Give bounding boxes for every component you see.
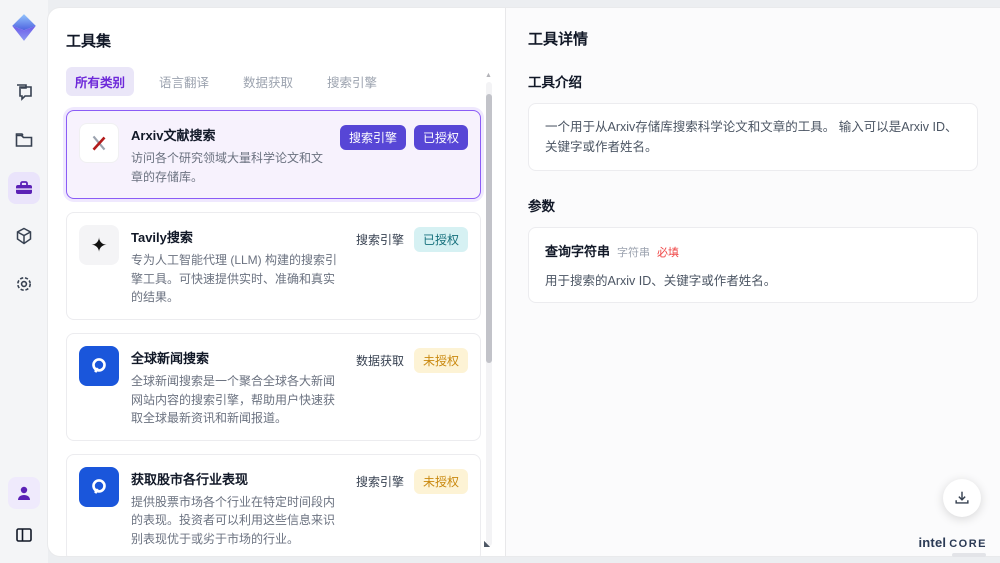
brand-sub-mark: [952, 553, 986, 557]
scrollbar-thumb[interactable]: [486, 94, 492, 364]
scrollbar[interactable]: ▲ ◣: [484, 72, 492, 548]
toolset-panel: 工具集 所有类别 语言翻译 数据获取 搜索引擎 Arxiv文献搜索 访问各个研究领域大量…: [48, 8, 505, 556]
tool-card-body: Tavily搜索专为人工智能代理 (LLM) 构建的搜索引擎工具。可快速提供实时…: [131, 225, 342, 307]
sidebar-item-files[interactable]: [8, 124, 40, 156]
tool-category-badge: 搜索引擎: [355, 474, 404, 489]
download-icon: [955, 491, 969, 504]
scroll-down-arrow[interactable]: ◣: [484, 539, 490, 548]
tool-card[interactable]: 全球新闻搜索全球新闻搜索是一个聚合全球各大新闻网站内容的搜索引擎，帮助用户快速获…: [66, 332, 481, 441]
sidebar-item-profile[interactable]: [8, 477, 40, 509]
toolbox-icon: [16, 181, 32, 194]
tool-category-badge: 搜索引擎: [355, 233, 404, 248]
category-tabs: 所有类别 语言翻译 数据获取 搜索引擎: [66, 67, 481, 96]
intro-text: 一个用于从Arxiv存储库搜索科学论文和文章的工具。 输入可以是Arxiv ID…: [545, 120, 958, 154]
news-service-logo-icon: [79, 345, 119, 386]
tool-category-badge: 数据获取: [355, 353, 404, 368]
intro-box: 一个用于从Arxiv存储库搜索科学论文和文章的工具。 输入可以是Arxiv ID…: [528, 103, 978, 171]
tool-name: 获取股市各行业表现: [131, 471, 249, 487]
tab-category-1[interactable]: 语言翻译: [150, 67, 218, 96]
tool-auth-badge: 已授权: [413, 227, 468, 253]
tool-badges: 搜索引擎 未授权: [354, 468, 468, 494]
sidebar-item-settings[interactable]: [8, 268, 40, 300]
tool-badges: 搜索引擎 已授权: [339, 125, 468, 150]
profile-icon: [18, 486, 30, 500]
app-sidebar: [0, 0, 48, 563]
tool-description: 访问各个研究领域大量科学论文和文章的存储库。: [131, 151, 324, 184]
download-button[interactable]: [943, 479, 981, 517]
sidebar-item-packages[interactable]: [8, 220, 40, 252]
tool-detail-panel: 工具详情 工具介绍 一个用于从Arxiv存储库搜索科学论文和文章的工具。 输入可…: [505, 8, 1000, 556]
intro-heading: 工具介绍: [528, 75, 582, 90]
page-title: 工具集: [66, 33, 112, 50]
tool-description: 专为人工智能代理 (LLM) 构建的搜索引擎工具。可快速提供实时、准确和真实的结…: [131, 253, 338, 305]
gear-icon: [17, 277, 31, 291]
tool-badges: 数据获取 未授权: [354, 347, 468, 373]
tool-card[interactable]: 获取股市各行业表现提供股票市场各个行业在特定时间段内的表现。投资者可以利用这些信…: [66, 453, 481, 556]
tool-category-badge: 搜索引擎: [339, 125, 406, 150]
tool-name: Tavily搜索: [131, 230, 193, 246]
sidebar-item-panel-toggle[interactable]: [8, 519, 40, 551]
tool-description: 提供股票市场各个行业在特定时间段内的表现。投资者可以利用这些信息来识别表现优于或…: [131, 494, 336, 546]
tool-auth-badge: 已授权: [413, 125, 468, 150]
app-logo-icon: [12, 14, 36, 41]
brand-word-core: CORE: [949, 538, 987, 550]
tool-name: Arxiv文献搜索: [131, 128, 216, 143]
tool-card-body: 获取股市各行业表现提供股票市场各个行业在特定时间段内的表现。投资者可以利用这些信…: [131, 467, 342, 549]
tool-card[interactable]: ✦ Tavily搜索专为人工智能代理 (LLM) 构建的搜索引擎工具。可快速提供实…: [66, 212, 481, 320]
param-required-badge: 必填: [657, 247, 680, 259]
param-description: 用于搜索的Arxiv ID、关键字或作者姓名。: [545, 274, 777, 288]
params-heading: 参数: [528, 199, 555, 214]
tool-auth-badge: 未授权: [413, 347, 468, 373]
tavily-logo-icon: ✦: [79, 225, 119, 266]
tool-badges: 搜索引擎 已授权: [354, 227, 468, 253]
tool-list: Arxiv文献搜索 访问各个研究领域大量科学论文和文章的存储库。 搜索引擎 已授权 ✦ T…: [66, 110, 481, 556]
chat-icon: [17, 84, 32, 101]
param-name: 查询字符串: [545, 244, 611, 259]
detail-title: 工具详情: [528, 31, 589, 48]
tool-name: 全球新闻搜索: [131, 350, 210, 366]
tool-auth-badge: 未授权: [413, 468, 468, 494]
sidebar-item-chat[interactable]: [8, 76, 40, 108]
tab-category-2[interactable]: 数据获取: [234, 67, 302, 96]
tool-card[interactable]: Arxiv文献搜索访问各个研究领域大量科学论文和文章的存储库。 搜索引擎 已授权: [66, 110, 481, 200]
param-type: 字符串: [617, 247, 651, 259]
cube-icon: [16, 227, 32, 245]
content-shell: 工具集 所有类别 语言翻译 数据获取 搜索引擎 Arxiv文献搜索 访问各个研究领域大量…: [48, 8, 1000, 556]
tool-description: 全球新闻搜索是一个聚合全球各大新闻网站内容的搜索引擎，帮助用户快速获取全球最新资…: [131, 373, 336, 426]
panel-toggle-icon: [16, 528, 32, 542]
arxiv-logo-icon: [79, 123, 119, 163]
tool-card-body: 全球新闻搜索全球新闻搜索是一个聚合全球各大新闻网站内容的搜索引擎，帮助用户快速获…: [131, 346, 342, 428]
param-header: 查询字符串 字符串 必填: [545, 241, 961, 261]
tab-category-3[interactable]: 搜索引擎: [318, 67, 386, 96]
tool-card-body: Arxiv文献搜索访问各个研究领域大量科学论文和文章的存储库。: [131, 123, 328, 186]
scroll-up-arrow[interactable]: ▲: [485, 72, 492, 79]
folder-icon: [15, 133, 33, 147]
tab-all-categories[interactable]: 所有类别: [66, 67, 135, 96]
intel-core-logo: intel CORE: [918, 535, 987, 550]
news-service-logo-icon: [79, 466, 119, 507]
sidebar-item-tools[interactable]: [8, 172, 40, 204]
brand-word-intel: intel: [918, 535, 947, 550]
param-box: 查询字符串 字符串 必填 用于搜索的Arxiv ID、关键字或作者姓名。: [528, 227, 978, 303]
